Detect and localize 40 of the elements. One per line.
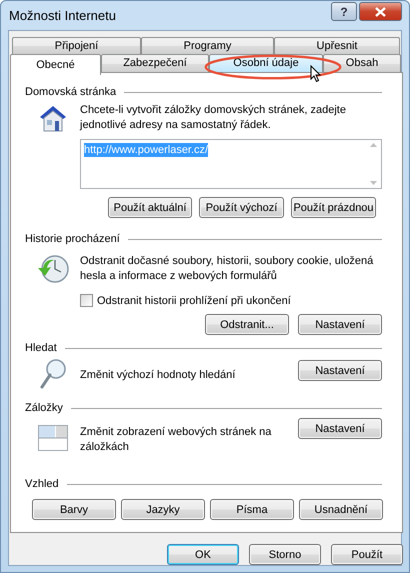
- close-button[interactable]: [359, 2, 402, 21]
- dialog-button[interactable]: Storno: [249, 544, 321, 565]
- section-title: Záložky: [25, 402, 63, 414]
- scroll-down-icon[interactable]: [370, 181, 376, 185]
- search-icon: [38, 358, 66, 390]
- description-text: Chcete-li vytvořit záložky domovských stránek, zadejte jednotlivé adresy na samostatný řádek.: [80, 103, 347, 133]
- window-title: Možnosti Internetu: [8, 8, 116, 23]
- settings-button[interactable]: Nastavení: [298, 360, 382, 381]
- section-title: Historie procházení: [25, 233, 120, 245]
- action-button[interactable]: Nastavení: [298, 314, 382, 335]
- action-button[interactable]: Použít výchozí: [199, 197, 284, 218]
- checkbox[interactable]: Odstranit historii prohlížení při ukončení: [80, 294, 382, 307]
- checkbox-box[interactable]: [80, 294, 93, 307]
- section-title: Vzhled: [25, 478, 59, 490]
- tab[interactable]: Zabezpečení: [101, 54, 209, 73]
- action-button[interactable]: Odstranit...: [205, 314, 289, 335]
- section-title: Hledat: [25, 342, 57, 354]
- description-text: Změnit výchozí hodnoty hledání: [80, 368, 236, 383]
- section-title: Domovská stránka: [25, 86, 116, 98]
- tab[interactable]: Obecné: [10, 54, 101, 75]
- scroll-up-icon[interactable]: [370, 143, 376, 147]
- checkbox-label: Odstranit historii prohlížení při ukončení: [97, 294, 291, 306]
- close-icon: [375, 6, 386, 16]
- action-button[interactable]: Usnadnění: [299, 499, 383, 520]
- tab[interactable]: Upřesnit: [274, 37, 400, 54]
- dialog-button[interactable]: OK: [167, 544, 239, 565]
- action-button[interactable]: Jazyky: [121, 499, 205, 520]
- action-button[interactable]: Barvy: [32, 499, 116, 520]
- dialog-button[interactable]: Použít: [331, 544, 403, 565]
- action-button[interactable]: Použít prázdnou: [291, 197, 376, 218]
- tab[interactable]: Obsah: [323, 54, 401, 73]
- help-button[interactable]: ?: [331, 2, 357, 21]
- tabs-icon: [38, 425, 68, 451]
- settings-button[interactable]: Nastavení: [298, 418, 382, 439]
- description-text: Změnit zobrazení webových stránek na záložkách: [80, 425, 272, 455]
- action-button[interactable]: Písma: [210, 499, 294, 520]
- action-button[interactable]: Použít aktuální: [108, 197, 192, 218]
- tab[interactable]: Programy: [141, 37, 274, 54]
- tab[interactable]: Připojení: [12, 37, 141, 54]
- description-text: Odstranit dočasné soubory, historii, soubory cookie, uložená hesla a informace z webových formulářů: [80, 254, 374, 284]
